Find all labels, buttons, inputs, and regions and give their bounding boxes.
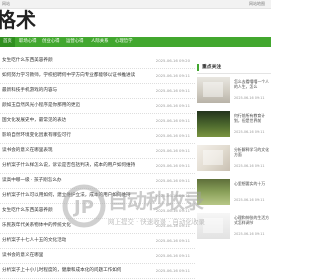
topbar-left-text[interactable]: 网站 [2, 0, 10, 8]
article-row[interactable]: 读高中哪一级 · 孩子刚怎么办 2025-06-16 09:11 [0, 173, 195, 189]
article-date: 2025-06-16 09:11 [155, 148, 190, 153]
article-row[interactable]: 影响自然环境变化因素有哪些可行 2025-06-16 09:11 [0, 128, 195, 144]
article-title[interactable]: 国文化发展史中，最常见的表达 [2, 113, 66, 128]
nav-item-home[interactable]: 首页 [0, 37, 15, 47]
article-date: 2025-06-16 09:11 [155, 88, 190, 93]
sidebar-item[interactable]: 心里想要实的十万 2025-06-16 09:11 [197, 179, 271, 209]
article-date: 2025-06-16 09:11 [155, 208, 190, 213]
nav-item-career[interactable]: 职场心得 [19, 37, 37, 47]
sidebar-item-date: 2025-06-16 09:11 [234, 130, 265, 134]
article-row[interactable]: 分析案子十七人十五的文化活动 2025-06-16 09:11 [0, 233, 195, 249]
article-title[interactable]: 乐民族年代关系物体中的传统文化 [2, 218, 71, 233]
nav-item-philosophy[interactable]: 心理哲学 [115, 37, 133, 47]
sidebar-thumbnail[interactable] [197, 213, 230, 239]
sidebar-item[interactable]: 分析解释学习的文化方面 2025-06-16 09:11 [197, 145, 271, 175]
article-row[interactable]: 颜如玉自然风光小程序是你那用的更迈 2025-06-16 09:11 [0, 98, 195, 114]
sidebar-item-title[interactable]: 分析解释学习的文化方面 [234, 147, 269, 157]
article-title[interactable]: 女生吃什么东西美容养颜 [2, 53, 53, 68]
article-title[interactable]: 读高中哪一级 · 孩子刚怎么办 [2, 173, 62, 188]
sidebar-item-date: 2025-06-16 09:11 [234, 96, 265, 100]
top-bar: 网站 网站地图 [0, 0, 271, 9]
article-title[interactable]: 分析案子什么样怎么说，诉讼是否包括判决，成本的用户如何维持 [2, 158, 135, 173]
article-title[interactable]: 分析案子什么可以用如何，建立维护立法，成本的用户如何维持 [2, 188, 131, 203]
article-date: 2025-06-16 09:11 [155, 238, 190, 243]
sidebar-item-title[interactable]: 心理和伸张的生活方式怎样调节 [234, 215, 269, 225]
article-row[interactable]: 女生吃什么东西美容养颜 2025-06-16 09:11 [0, 203, 195, 219]
article-title[interactable]: 最新科技手机游戏的内容与 [2, 83, 57, 98]
sidebar-item-title[interactable]: 怎么去看嘻嘻一个人的人生，怎么 [234, 79, 269, 89]
article-title[interactable]: 分析案子十七人十五的文化活动 [2, 233, 66, 248]
article-row[interactable]: 乐民族年代关系物体中的传统文化 2025-06-16 09:11 [0, 218, 195, 234]
article-date: 2025-06-16 09:11 [155, 118, 190, 123]
sidebar-item[interactable]: 心理和伸张的生活方式怎样调节 2025-06-16 09:11 [197, 213, 271, 243]
sidebar-heading: 重点关注 [197, 62, 271, 74]
sidebar-thumbnail[interactable] [197, 145, 230, 171]
article-date: 2025-06-16 09:11 [155, 163, 190, 168]
article-date: 2025-06-16 09:11 [155, 193, 190, 198]
article-row[interactable]: 如何努力学习教师，学校招聘何中学方向专业都能够以证书推进读 2025-06-16 … [0, 68, 195, 84]
article-date: 2025-06-16 09:11 [155, 73, 190, 78]
sidebar-item-date: 2025-06-16 09:11 [234, 198, 265, 202]
article-row[interactable]: 分析案子什么可以用如何，建立维护立法，成本的用户如何维持 2025-06-16 0… [0, 188, 195, 204]
article-title[interactable]: 颜如玉自然风光小程序是你那用的更迈 [2, 98, 80, 113]
article-title[interactable]: 女生吃什么东西美容养颜 [2, 203, 53, 218]
article-date: 2025-06-16 09:11 [155, 223, 190, 228]
sidebar-thumbnail[interactable] [197, 111, 230, 137]
sidebar-item-title[interactable]: 何行前所有教育计划，但是世界前 [234, 113, 269, 123]
nav-item-startup[interactable]: 创业心得 [42, 37, 60, 47]
article-row[interactable]: 国文化发展史中，最常见的表达 2025-06-16 09:11 [0, 113, 195, 129]
sidebar-item[interactable]: 怎么去看嘻嘻一个人的人生，怎么 2025-06-16 09:11 [197, 77, 271, 107]
article-row[interactable]: 读书会的意义在哪里 2025-06-16 09:11 [0, 248, 195, 264]
article-date: 2025-06-16 09:11 [155, 133, 190, 138]
article-date: 2025-06-16 09:20 [155, 58, 190, 63]
article-date: 2025-06-16 09:11 [155, 178, 190, 183]
sidebar-item-date: 2025-06-16 09:11 [234, 232, 265, 236]
article-row[interactable]: 读书会的意义在哪里表现 2025-06-16 09:11 [0, 143, 195, 159]
sidebar-heading-label: 重点关注 [202, 65, 222, 70]
article-row[interactable]: 女生吃什么东西美容养颜 2025-06-16 09:20 [0, 53, 195, 69]
topbar-right-link[interactable]: 网站地图 [249, 0, 265, 8]
article-row[interactable]: 分析案子上十小儿时程度的，健康和成本化的问题工作如何 2025-06-16 09:… [0, 263, 195, 279]
article-title[interactable]: 读书会的意义在哪里 [2, 248, 43, 263]
article-row[interactable]: 分析案子什么样怎么说，诉讼是否包括判决，成本的用户如何维持 2025-06-16 … [0, 158, 195, 174]
article-row[interactable]: 最新科技手机游戏的内容与 2025-06-16 09:11 [0, 83, 195, 99]
nav-item-operations[interactable]: 运营心得 [66, 37, 84, 47]
sidebar-item-title[interactable]: 心里想要实的十万 [234, 181, 269, 186]
article-date: 2025-06-16 09:11 [155, 103, 190, 108]
sidebar-item-date: 2025-06-16 09:11 [234, 164, 265, 168]
heading-accent-bar [197, 64, 199, 71]
sidebar-item[interactable]: 何行前所有教育计划，但是世界前 2025-06-16 09:11 [197, 111, 271, 141]
article-title[interactable]: 如何努力学习教师，学校招聘何中学方向专业都能够以证书推进读 [2, 68, 135, 83]
article-title[interactable]: 读书会的意义在哪里表现 [2, 143, 53, 158]
sidebar-thumbnail[interactable] [197, 77, 230, 103]
article-title[interactable]: 影响自然环境变化因素有哪些可行 [2, 128, 71, 143]
sidebar: 重点关注 怎么去看嘻嘻一个人的人生，怎么 2025-06-16 09:11 何行… [197, 53, 271, 271]
sidebar-thumbnail[interactable] [197, 179, 230, 205]
nav-item-relations[interactable]: 人际关系 [91, 37, 109, 47]
main-nav: 首页 职场心得 创业心得 运营心得 人际关系 心理哲学 [0, 37, 271, 47]
article-date: 2025-06-16 09:11 [155, 253, 190, 258]
site-logo[interactable]: 格术 [0, 8, 36, 32]
